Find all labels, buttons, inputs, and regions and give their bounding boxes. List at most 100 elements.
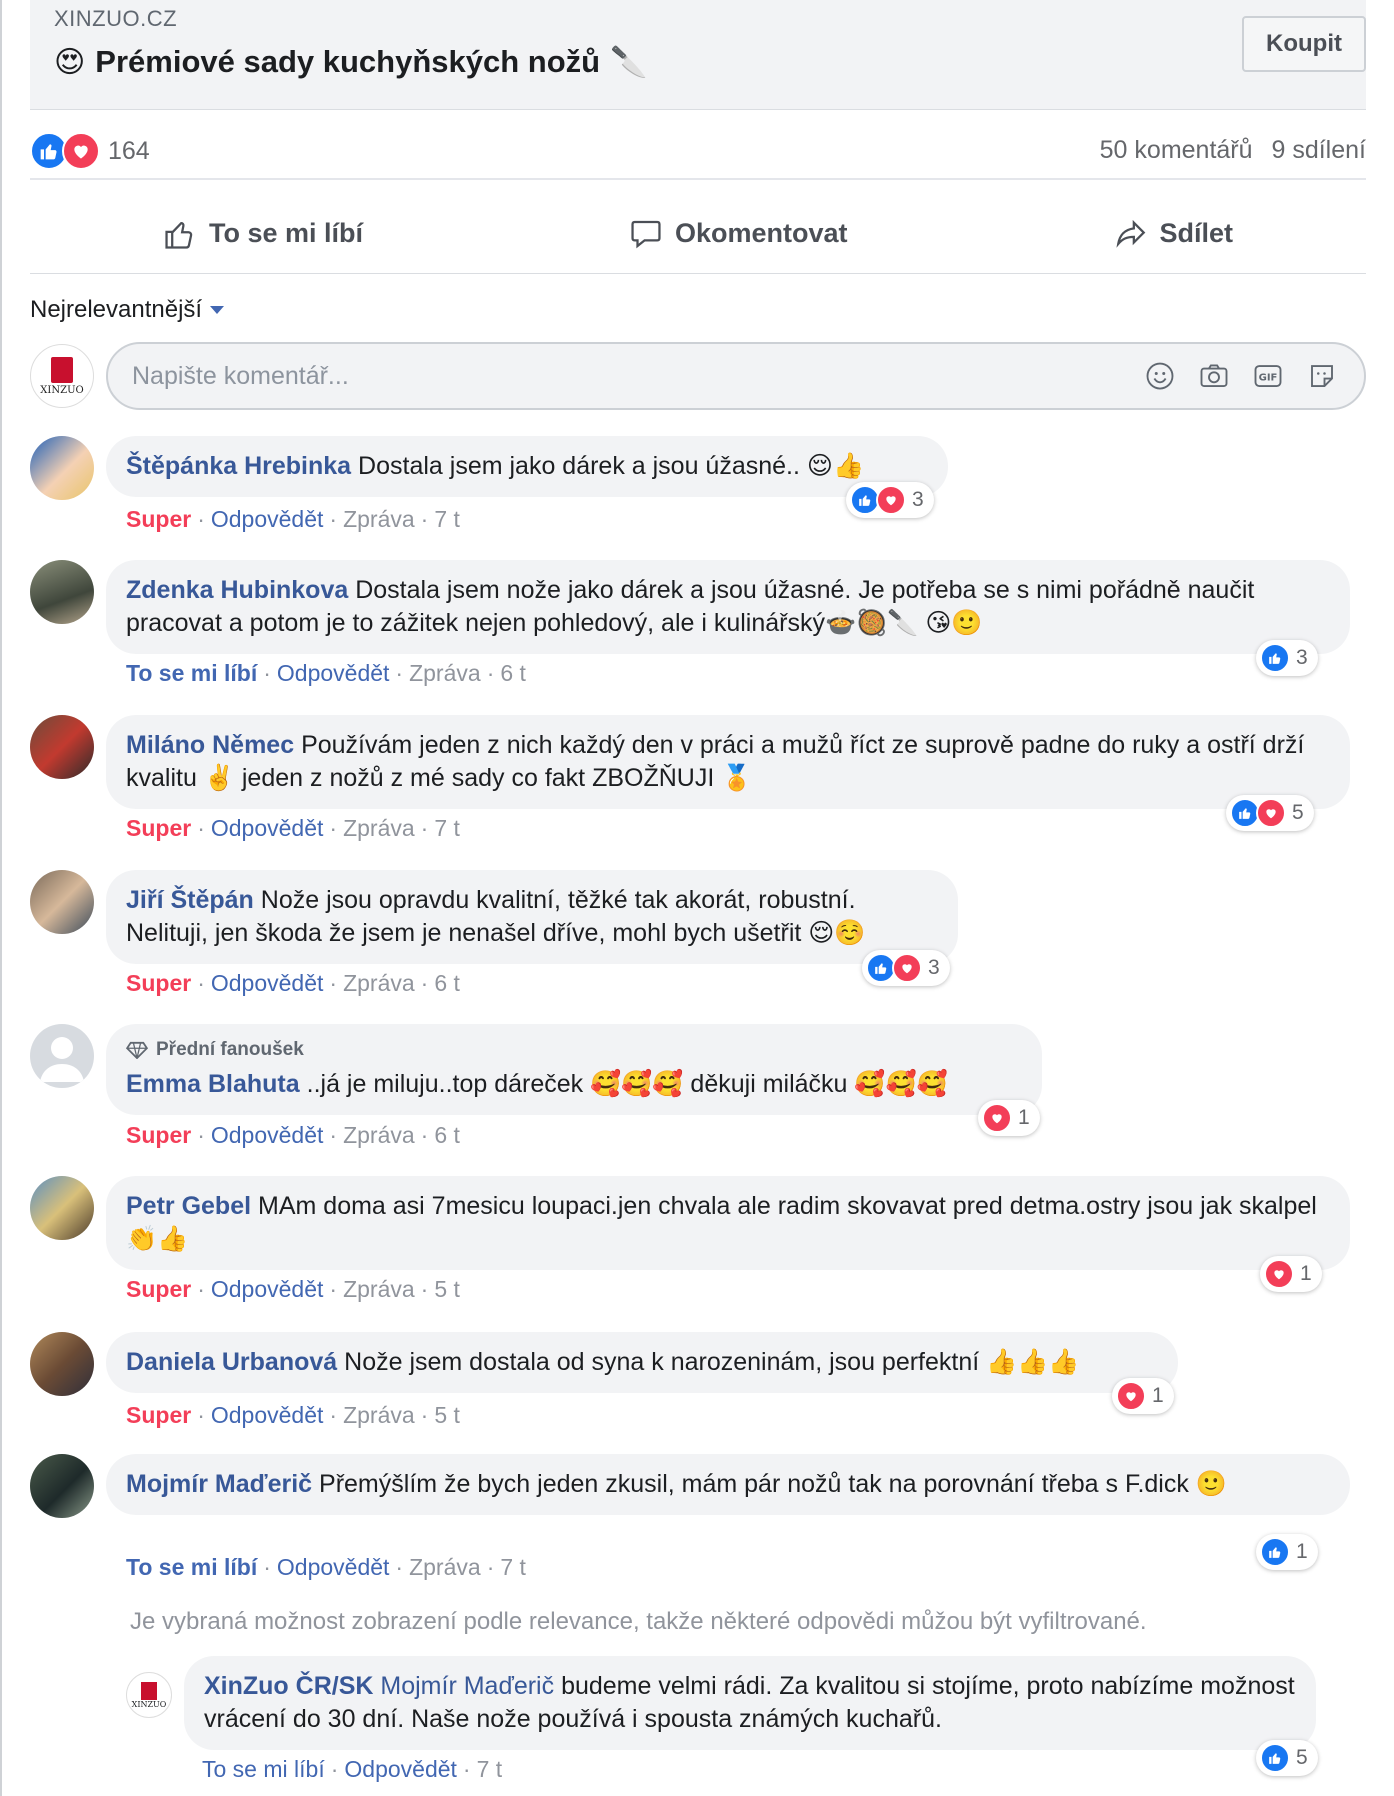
timestamp[interactable]: 7 t <box>434 506 460 532</box>
timestamp[interactable]: 7 t <box>477 1756 503 1782</box>
comment-text: MAm doma asi 7mesicu loupaci.jen chvala … <box>126 1192 1317 1253</box>
reaction-badge[interactable]: 1 <box>1260 1256 1322 1292</box>
reply-link[interactable]: Odpovědět <box>211 815 324 841</box>
timestamp[interactable]: 6 t <box>434 970 460 996</box>
reply-link[interactable]: Odpovědět <box>211 1402 324 1428</box>
share-button[interactable]: Sdílet <box>1114 217 1233 251</box>
comment-author[interactable]: Petr Gebel <box>126 1192 251 1220</box>
reaction-link[interactable]: Super <box>126 970 191 996</box>
reaction-count: 1 <box>1018 1106 1030 1129</box>
love-reaction-icon <box>1256 798 1286 828</box>
like-reaction-icon <box>1260 1537 1290 1567</box>
comment-author[interactable]: Daniela Urbanová <box>126 1348 337 1376</box>
like-link[interactable]: To se mi líbí <box>202 1756 325 1782</box>
reply-link[interactable]: Odpovědět <box>211 506 324 532</box>
camera-icon[interactable] <box>1198 360 1230 392</box>
avatar[interactable] <box>30 560 94 624</box>
reply-link[interactable]: Odpovědět <box>344 1756 457 1782</box>
comment-sort-dropdown[interactable]: Nejrelevantnější <box>30 296 225 324</box>
message-link[interactable]: Zpráva <box>343 815 415 841</box>
avatar[interactable] <box>30 715 94 779</box>
timestamp[interactable]: 7 t <box>500 1554 526 1580</box>
comment-author[interactable]: Jiří Štěpán <box>126 886 254 914</box>
reaction-badge[interactable]: 5 <box>1226 795 1314 831</box>
reaction-badge[interactable]: 1 <box>1256 1534 1318 1570</box>
reaction-badge[interactable]: 1 <box>978 1100 1040 1136</box>
timestamp[interactable]: 6 t <box>434 1122 460 1148</box>
comment-author[interactable]: Mojmír Maďerič <box>126 1470 312 1498</box>
reply-link[interactable]: Odpovědět <box>211 1122 324 1148</box>
reaction-link[interactable]: Super <box>126 1402 191 1428</box>
ad-link-preview[interactable]: XINZUO.CZ 😍 Prémiové sady kuchyňských no… <box>30 0 1366 110</box>
reaction-link[interactable]: Super <box>126 1276 191 1302</box>
filter-notice: Je vybraná možnost zobrazení podle relev… <box>130 1608 1147 1635</box>
avatar[interactable] <box>30 1332 94 1396</box>
reaction-link[interactable]: Super <box>126 506 191 532</box>
reaction-count: 1 <box>1300 1262 1312 1285</box>
buy-button[interactable]: Koupit <box>1242 16 1366 72</box>
like-reaction-icon <box>1260 1743 1290 1773</box>
like-button[interactable]: To se mi líbí <box>163 217 363 251</box>
reaction-count: 5 <box>1296 1746 1308 1769</box>
message-link[interactable]: Zpráva <box>343 970 415 996</box>
avatar[interactable] <box>30 870 94 934</box>
comment-composer: XINZUO GIF <box>30 342 1366 412</box>
reaction-link[interactable]: Super <box>126 815 191 841</box>
timestamp[interactable]: 6 t <box>500 660 526 686</box>
comment-button[interactable]: Okomentovat <box>629 217 848 251</box>
reply-link[interactable]: Odpovědět <box>277 660 390 686</box>
message-link[interactable]: Zpráva <box>409 1554 481 1580</box>
comment-author[interactable]: XinZuo ČR/SK <box>204 1672 373 1700</box>
love-reaction-icon <box>892 953 922 983</box>
message-link[interactable]: Zpráva <box>343 506 415 532</box>
timestamp[interactable]: 5 t <box>434 1402 460 1428</box>
reaction-badge[interactable]: 3 <box>862 950 950 986</box>
page-avatar: XINZUO <box>30 344 94 408</box>
facebook-post: XINZUO.CZ 😍 Prémiové sady kuchyňských no… <box>0 0 1394 1796</box>
reaction-link[interactable]: Super <box>126 1122 191 1148</box>
avatar[interactable] <box>30 1454 94 1518</box>
reply-link[interactable]: Odpovědět <box>211 1276 324 1302</box>
reaction-badge[interactable]: 1 <box>1112 1378 1174 1414</box>
reaction-badge[interactable]: 3 <box>1256 640 1318 676</box>
page-avatar[interactable]: XINZUO <box>126 1672 172 1718</box>
comment-author[interactable]: Zdenka Hubinkova <box>126 576 348 604</box>
timestamp[interactable]: 5 t <box>434 1276 460 1302</box>
message-link[interactable]: Zpráva <box>409 660 481 686</box>
timestamp[interactable]: 7 t <box>434 815 460 841</box>
comment-meta: To se mi líbí · Odpovědět · Zpráva · 7 t <box>126 1554 526 1580</box>
avatar[interactable] <box>30 1024 94 1088</box>
reaction-count: 164 <box>108 136 150 165</box>
avatar[interactable] <box>30 436 94 500</box>
shares-count-link[interactable]: 9 sdílení <box>1271 136 1366 164</box>
reply-link[interactable]: Odpovědět <box>211 970 324 996</box>
reaction-link[interactable]: To se mi líbí <box>126 660 257 686</box>
comment: Mojmír Maďerič Přemýšlím že bych jeden z… <box>30 1454 1366 1604</box>
comments-count-link[interactable]: 50 komentářů <box>1100 136 1253 164</box>
reaction-badge[interactable]: 3 <box>846 482 934 518</box>
comment-author[interactable]: Miláno Němec <box>126 731 294 759</box>
tagged-user[interactable]: Mojmír Maďerič <box>380 1672 554 1700</box>
avatar[interactable] <box>30 1176 94 1240</box>
ad-title-row: 😍 Prémiové sady kuchyňských nožů 🔪 <box>54 44 647 80</box>
comment-bubble: Štěpánka Hrebinka Dostala jsem jako dáre… <box>106 436 948 497</box>
page-logo-text: XINZUO <box>131 1699 167 1709</box>
reaction-link[interactable]: To se mi líbí <box>126 1554 257 1580</box>
reaction-count: 3 <box>912 488 924 511</box>
message-link[interactable]: Zpráva <box>343 1122 415 1148</box>
message-link[interactable]: Zpráva <box>343 1276 415 1302</box>
comment-text: Nože jsem dostala od syna k narozeninám,… <box>344 1348 1080 1376</box>
emoji-icon[interactable] <box>1144 360 1176 392</box>
gif-icon[interactable]: GIF <box>1252 360 1284 392</box>
sticker-icon[interactable] <box>1306 360 1338 392</box>
comment-author[interactable]: Štěpánka Hrebinka <box>126 452 351 480</box>
comment-author[interactable]: Emma Blahuta <box>126 1070 300 1098</box>
ad-domain: XINZUO.CZ <box>54 6 178 31</box>
comment-bubble: Mojmír Maďerič Přemýšlím že bych jeden z… <box>106 1454 1350 1515</box>
reply-link[interactable]: Odpovědět <box>277 1554 390 1580</box>
comment-text: Dostala jsem jako dárek a jsou úžasné.. … <box>358 452 865 480</box>
reaction-badge[interactable]: 5 <box>1256 1740 1318 1776</box>
like-button-label: To se mi líbí <box>208 218 364 248</box>
reactions-total[interactable]: 164 <box>30 132 150 170</box>
message-link[interactable]: Zpráva <box>343 1402 415 1428</box>
